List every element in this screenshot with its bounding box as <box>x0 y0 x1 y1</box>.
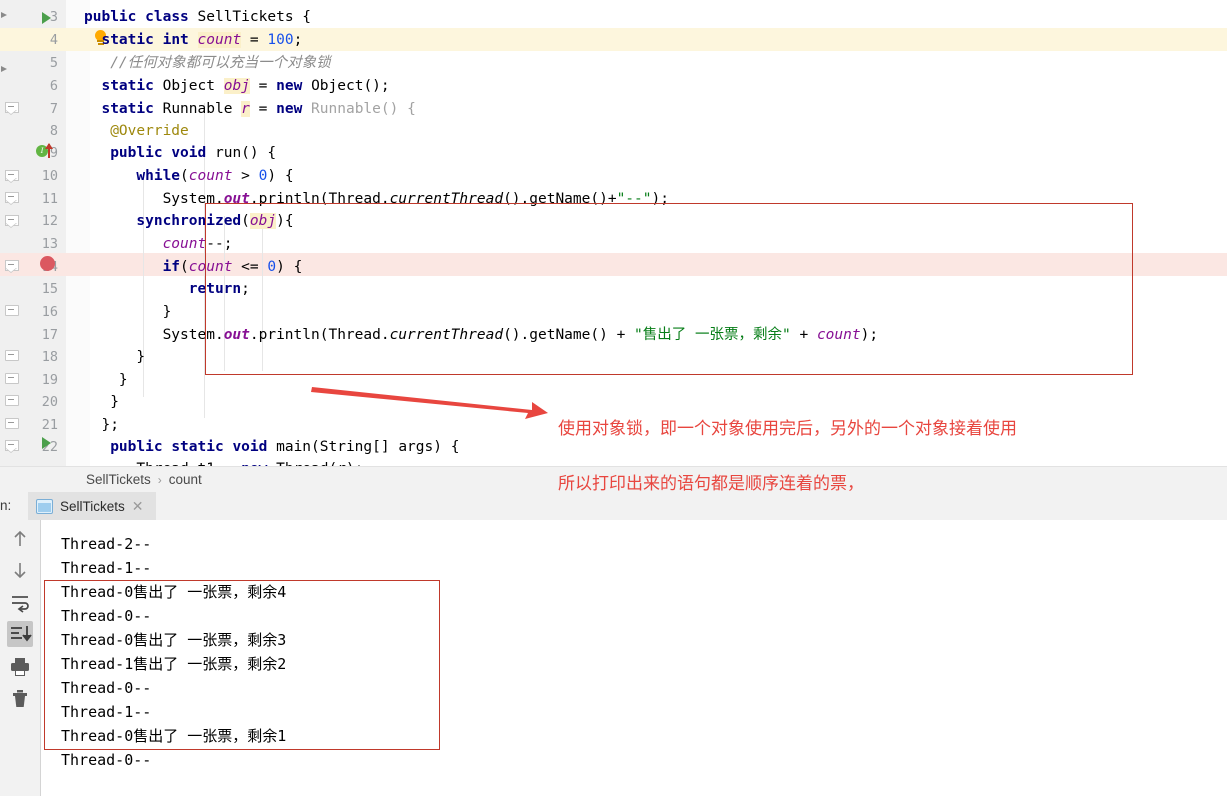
fold-marker[interactable] <box>5 170 18 183</box>
code-line-6: static Object obj = new Object(); <box>84 75 390 98</box>
change-marker <box>1 12 7 18</box>
line-number: 13 <box>8 233 58 256</box>
console-tab-bar[interactable]: n: SellTickets ✕ <box>0 492 1227 521</box>
fold-end-marker[interactable] <box>5 350 18 363</box>
code-line-17: System.out.println(Thread.currentThread(… <box>84 324 878 347</box>
fold-marker[interactable] <box>5 260 18 273</box>
console-line: Thread-0售出了 一张票，剩余4 <box>61 580 286 604</box>
line-number: 4 <box>8 29 58 52</box>
line-number: 17 <box>8 324 58 347</box>
scroll-to-end-icon[interactable] <box>7 621 33 647</box>
soft-wrap-icon[interactable] <box>7 589 33 615</box>
code-line-22: public static void main(String[] args) { <box>84 436 459 459</box>
code-line-5: //任何对象都可以充当一个对象锁 <box>84 52 331 75</box>
breadcrumb-item-field[interactable]: count <box>169 472 202 487</box>
console-line: Thread-1-- <box>61 556 151 580</box>
console-line: Thread-0-- <box>61 676 151 700</box>
code-editor[interactable]: 3 4 5 6 7 8 9 10 11 12 13 14 15 16 17 18… <box>0 0 1227 466</box>
fold-end-marker[interactable] <box>5 373 18 386</box>
breadcrumb-item-class[interactable]: SellTickets <box>86 472 151 487</box>
run-tool-window-label: n: <box>0 492 11 520</box>
line-number: 15 <box>8 278 58 301</box>
scroll-up-icon[interactable] <box>7 526 33 552</box>
code-line-13: count--; <box>84 233 232 256</box>
run-console-panel[interactable]: n: SellTickets ✕ <box>0 492 1227 796</box>
change-marker <box>1 66 7 72</box>
run-main-gutter-icon[interactable] <box>40 436 54 450</box>
code-line-23: Thread t1 = new Thread(r); <box>84 458 363 466</box>
fold-marker[interactable] <box>5 215 18 228</box>
fold-end-marker[interactable] <box>5 305 18 318</box>
run-class-gutter-icon[interactable] <box>40 11 54 25</box>
annotation-note-2: 所以打印出来的语句都是顺序连着的票， <box>558 469 864 494</box>
line-number: 5 <box>8 52 58 75</box>
implementing-method-icon[interactable]: I <box>36 144 58 159</box>
code-line-20: } <box>84 391 119 414</box>
code-line-14: if(count <= 0) { <box>84 256 302 279</box>
console-line: Thread-0-- <box>61 748 151 772</box>
close-icon[interactable]: ✕ <box>132 499 144 513</box>
indent-guide <box>262 216 263 371</box>
breakpoint-icon[interactable] <box>40 256 55 271</box>
clear-all-icon[interactable] <box>7 686 33 712</box>
console-line: Thread-0-- <box>61 604 151 628</box>
fold-marker[interactable] <box>5 192 18 205</box>
code-line-10: while(count > 0) { <box>84 165 294 188</box>
console-line: Thread-1-- <box>61 700 151 724</box>
fold-marker[interactable] <box>5 440 18 453</box>
console-toolbar[interactable] <box>0 520 41 796</box>
code-line-16: } <box>84 301 171 324</box>
annotation-arrow-icon <box>310 385 550 420</box>
code-line-3: public class SellTickets { <box>84 6 311 29</box>
synchronized-block-annotation-box <box>205 203 1133 375</box>
print-icon[interactable] <box>7 654 33 680</box>
code-line-4: static int count = 100; <box>84 29 302 52</box>
annotation-note-1: 使用对象锁，即一个对象使用完后，另外的一个对象接着使用 <box>558 414 1017 439</box>
fold-end-marker[interactable] <box>5 418 18 431</box>
code-line-21: }; <box>84 414 119 437</box>
console-tab-icon <box>36 499 53 514</box>
line-number: 6 <box>8 75 58 98</box>
console-tab-selltickets[interactable]: SellTickets ✕ <box>28 492 156 520</box>
code-line-7: static Runnable r = new Runnable() { <box>84 98 416 121</box>
fold-end-marker[interactable] <box>5 395 18 408</box>
code-line-9: public void run() { <box>84 142 276 165</box>
line-number: 8 <box>8 120 58 143</box>
breadcrumb-separator-icon: › <box>151 473 169 487</box>
fold-marker[interactable] <box>5 102 18 115</box>
ide-window: 3 4 5 6 7 8 9 10 11 12 13 14 15 16 17 18… <box>0 0 1227 796</box>
code-line-15: return; <box>84 278 250 301</box>
code-line-19: } <box>84 369 128 392</box>
scroll-down-icon[interactable] <box>7 557 33 583</box>
console-tab-label: SellTickets <box>60 499 125 514</box>
code-line-11: System.out.println(Thread.currentThread(… <box>84 188 669 211</box>
console-line: Thread-0售出了 一张票，剩余3 <box>61 628 286 652</box>
process-finished-line: Process finished with exit code 0 <box>61 792 359 796</box>
console-line: Thread-2-- <box>61 532 151 556</box>
console-output[interactable]: Thread-2-- Thread-1-- Thread-0售出了 一张票，剩余… <box>41 520 1227 796</box>
console-line: Thread-0售出了 一张票，剩余1 <box>61 724 286 748</box>
breadcrumb[interactable]: SellTickets›count <box>86 467 202 493</box>
code-line-18: } <box>84 346 145 369</box>
code-line-8: @Override <box>84 120 189 143</box>
console-line: Thread-1售出了 一张票，剩余2 <box>61 652 286 676</box>
code-line-12: synchronized(obj){ <box>84 210 294 233</box>
